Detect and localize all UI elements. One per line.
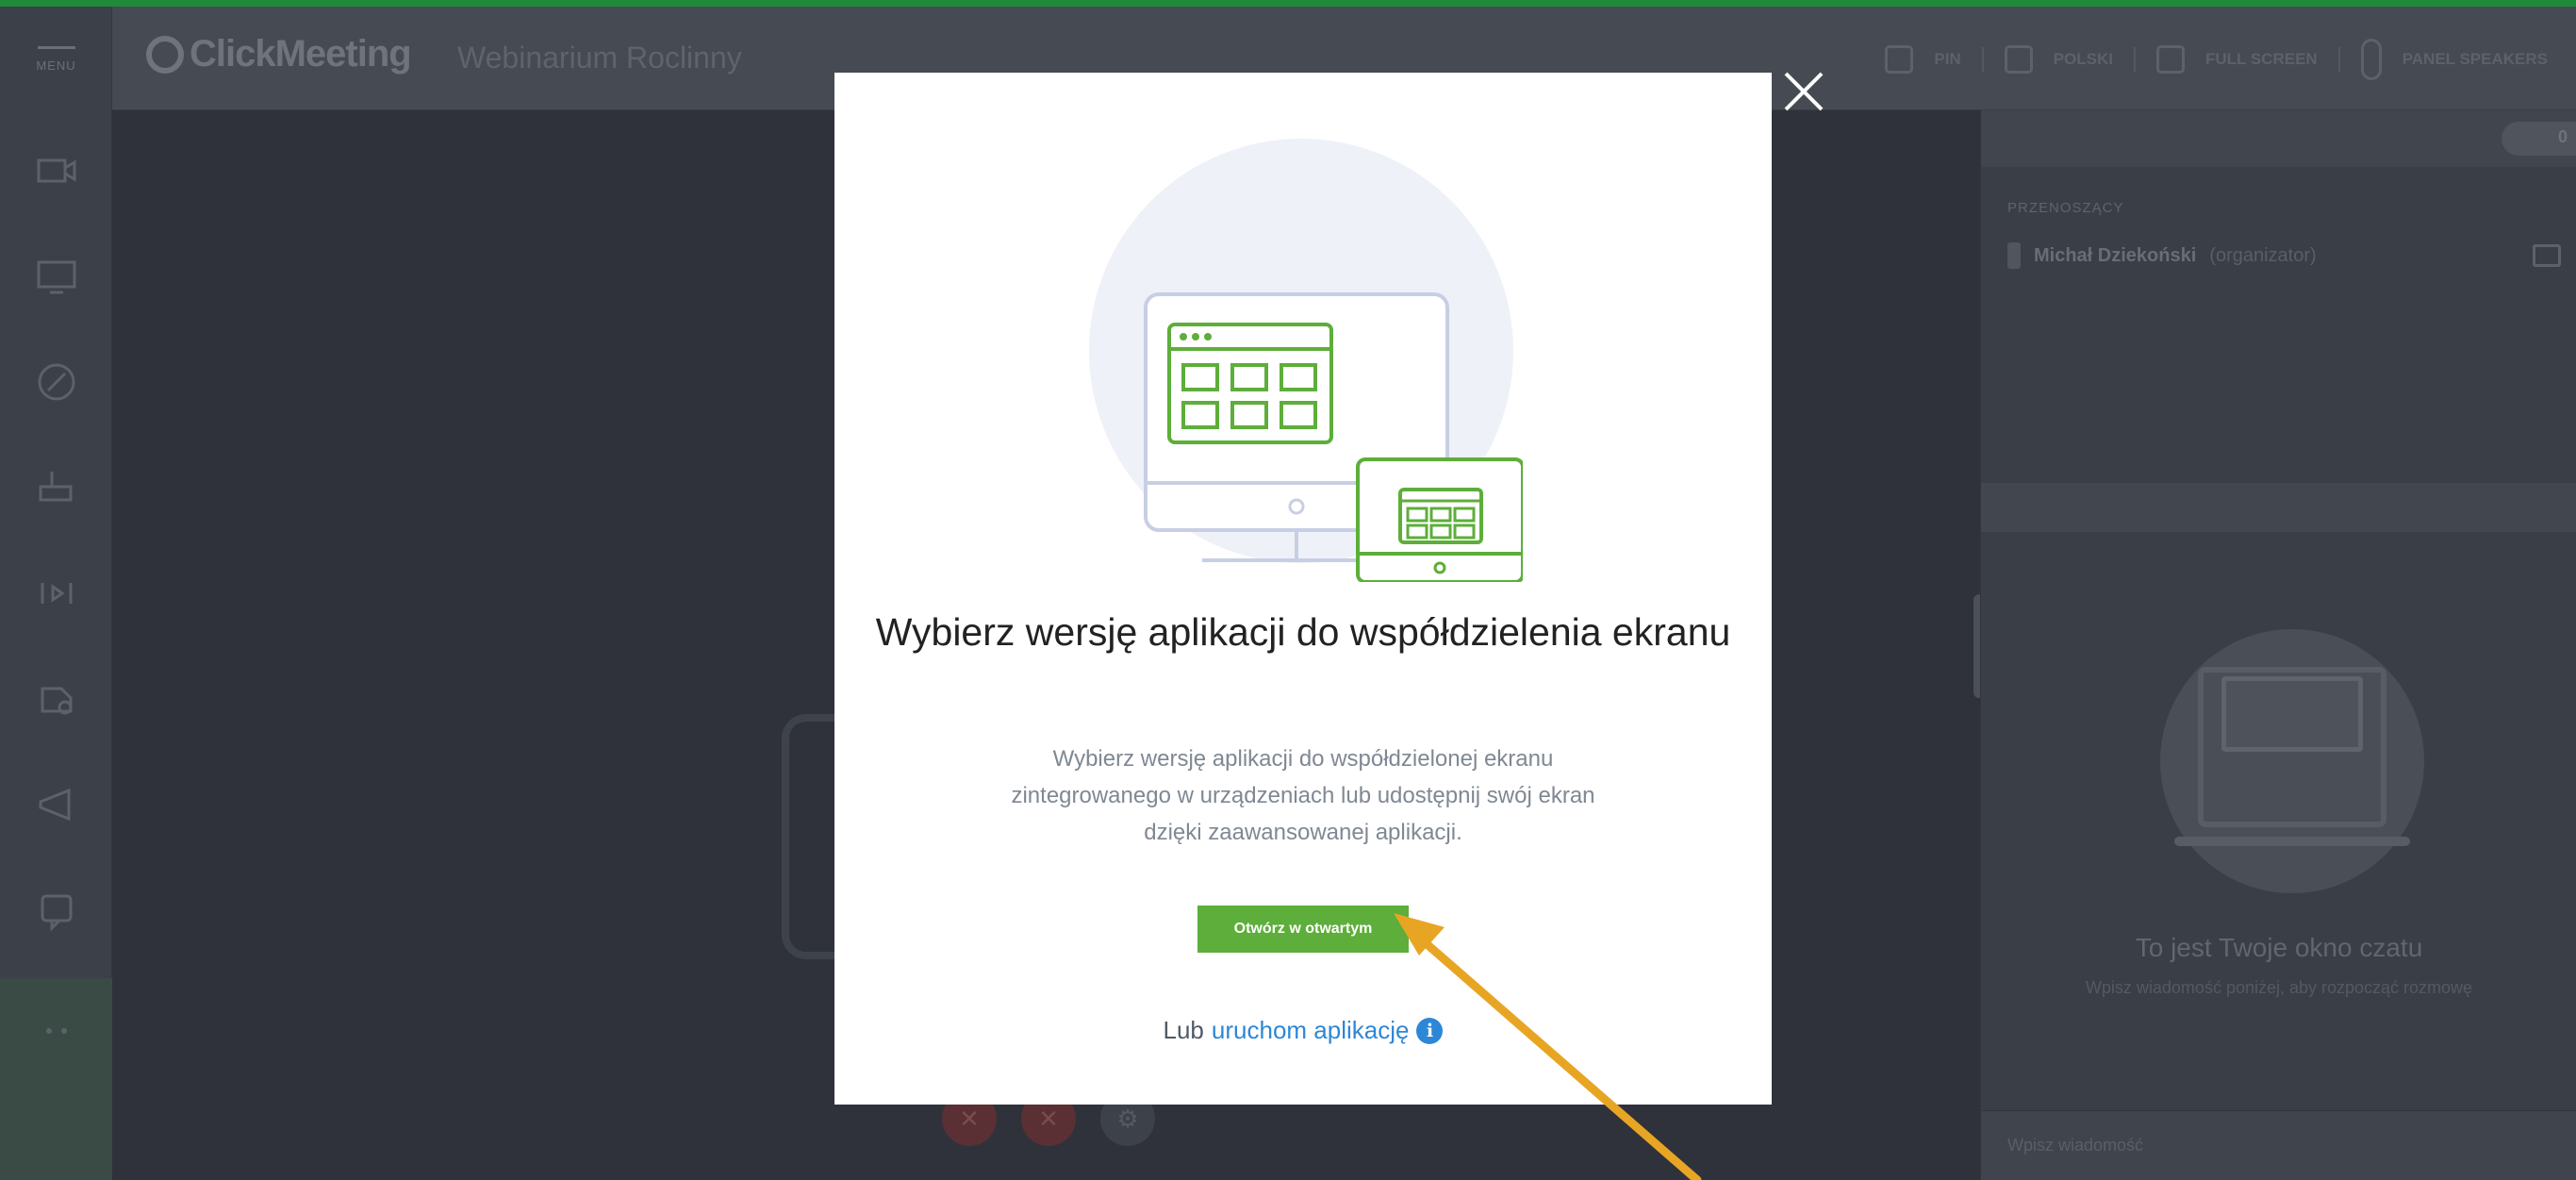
attendee-count-toggle[interactable]: 0 [2502, 122, 2576, 156]
screen-share-app-modal: Wybierz wersję aplikacji do współdzielen… [834, 73, 1772, 1105]
logo-mark-icon [146, 35, 184, 74]
apps-icon [41, 687, 72, 715]
modal-title: Wybierz wersję aplikacji do współdzielen… [875, 610, 1731, 654]
chat-input[interactable]: Wpisz wiadomość [1981, 1110, 2576, 1180]
right-panel-tabs[interactable] [1981, 483, 2576, 532]
camera-off-icon: ✕ [959, 1104, 980, 1133]
fullscreen-icon[interactable] [2156, 45, 2185, 74]
pin-label[interactable]: PIN [1934, 50, 1960, 69]
launch-app-prefix: Lub [1163, 1016, 1204, 1044]
more-button[interactable] [0, 978, 112, 1084]
hamburger-icon [37, 46, 75, 49]
header-actions: PIN POLSKI FULL SCREEN PANEL SPEAKERS [1885, 39, 2548, 80]
whiteboard-icon [38, 363, 74, 401]
language-label[interactable]: POLSKI [2054, 50, 2113, 69]
handout-icon [41, 894, 72, 932]
pin-icon[interactable] [1885, 45, 1914, 74]
language-icon[interactable] [2004, 45, 2033, 74]
modal-close-button[interactable] [1780, 68, 1827, 115]
chat-bubble-icon [2221, 676, 2363, 752]
mic-off-icon: ✕ [1038, 1104, 1059, 1133]
left-menu-rail: MENU [0, 7, 112, 1180]
room-title: Webinarium Roclinny [457, 41, 742, 75]
microphone-icon[interactable] [2360, 39, 2382, 80]
header-separator [2134, 47, 2136, 72]
launch-app-row: Lub uruchom aplikację i [834, 1016, 1772, 1045]
top-accent-line [0, 0, 2576, 7]
handout-button[interactable] [0, 857, 112, 963]
gear-icon: ⚙ [1116, 1104, 1139, 1133]
chat-input-placeholder: Wpisz wiadomość [2007, 1136, 2144, 1155]
presenter-role: (organizator) [2209, 244, 2317, 266]
presenters-section-label: PRZENOSZĄCY [2007, 200, 2124, 216]
attendee-count: 0 [2557, 127, 2568, 146]
open-in-browser-button[interactable]: Otwórz w otwartym [1197, 906, 1409, 953]
close-icon [1784, 72, 1824, 111]
whiteboard-button[interactable] [0, 329, 112, 435]
more-icon [45, 1028, 67, 1034]
chat-empty-title: To jest Twoje okno czatu [2135, 933, 2423, 962]
right-panel-header: 0 [1981, 110, 2576, 167]
megaphone-button[interactable] [0, 752, 112, 857]
speakers-panel-label[interactable]: PANEL SPEAKERS [2403, 50, 2548, 69]
screen-share-button[interactable] [0, 224, 112, 329]
presentation-icon [39, 472, 72, 502]
rail-bottom-panel [0, 978, 112, 1180]
media-icon [41, 583, 72, 604]
presenter-row[interactable]: Michał Dziekoński (organizator) [2007, 242, 2317, 269]
header-separator [1981, 47, 1984, 72]
presenter-screen-icon[interactable] [2533, 244, 2561, 267]
launch-app-link[interactable]: uruchom aplikację [1212, 1016, 1410, 1045]
info-icon[interactable]: i [1416, 1017, 1444, 1044]
camera-icon [37, 158, 75, 183]
media-button[interactable] [0, 540, 112, 646]
megaphone-icon [39, 788, 70, 822]
camera-button[interactable] [0, 118, 112, 224]
chat-laptop-base [2174, 837, 2410, 846]
apps-button[interactable] [0, 646, 112, 752]
desktop-monitor-illustration [1089, 139, 1523, 582]
presentation-button[interactable] [0, 435, 112, 540]
clickmeeting-logo: ClickMeeting [146, 33, 412, 75]
header-separator [2337, 47, 2340, 72]
right-panel: 0 PRZENOSZĄCY Michał Dziekoński (organiz… [1980, 110, 2576, 1180]
chat-empty-subtitle: Wpisz wiadomość poniżej, aby rozpocząć r… [2085, 978, 2473, 997]
presenter-mic-icon [2007, 242, 2021, 269]
logo-text: ClickMeeting [190, 33, 412, 75]
screen-share-icon [37, 260, 75, 294]
fullscreen-label[interactable]: FULL SCREEN [2205, 50, 2318, 69]
menu-label: MENU [36, 58, 76, 73]
menu-button[interactable]: MENU [0, 7, 112, 112]
modal-description: Wybierz wersję aplikacji do współdzielon… [1011, 746, 1595, 845]
presenter-name: Michał Dziekoński [2034, 244, 2197, 266]
